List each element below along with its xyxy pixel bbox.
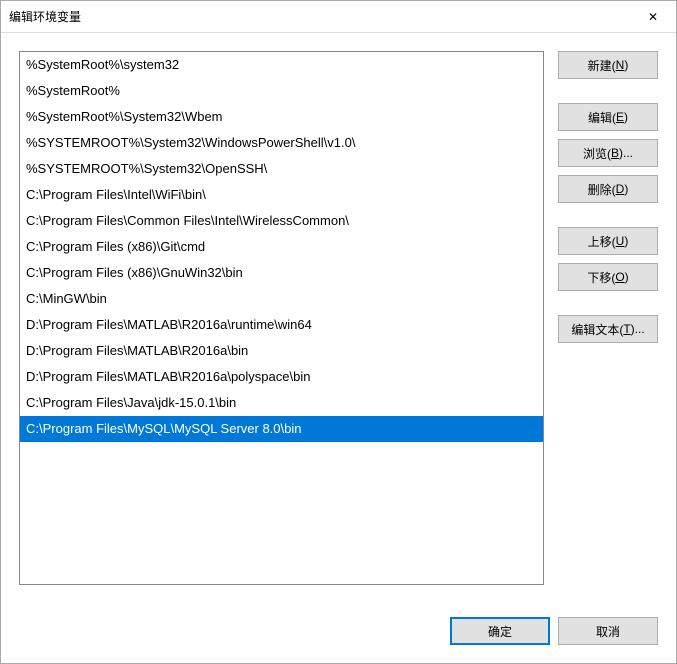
browse-button[interactable]: 浏览(B)... bbox=[558, 139, 658, 167]
list-item[interactable]: %SYSTEMROOT%\System32\WindowsPowerShell\… bbox=[20, 130, 543, 156]
edit-text-button[interactable]: 编辑文本(T)... bbox=[558, 315, 658, 343]
list-item[interactable]: C:\Program Files\Common Files\Intel\Wire… bbox=[20, 208, 543, 234]
cancel-button[interactable]: 取消 bbox=[558, 617, 658, 645]
list-item[interactable]: C:\Program Files (x86)\GnuWin32\bin bbox=[20, 260, 543, 286]
list-item[interactable]: D:\Program Files\MATLAB\R2016a\runtime\w… bbox=[20, 312, 543, 338]
list-item[interactable]: %SystemRoot% bbox=[20, 78, 543, 104]
delete-button[interactable]: 删除(D) bbox=[558, 175, 658, 203]
window-title: 编辑环境变量 bbox=[9, 8, 81, 25]
edit-button[interactable]: 编辑(E) bbox=[558, 103, 658, 131]
ok-button[interactable]: 确定 bbox=[450, 617, 550, 645]
list-item[interactable]: D:\Program Files\MATLAB\R2016a\bin bbox=[20, 338, 543, 364]
dialog-footer: 确定 取消 bbox=[1, 617, 676, 663]
path-list[interactable]: %SystemRoot%\system32%SystemRoot%%System… bbox=[19, 51, 544, 585]
list-item[interactable]: C:\Program Files (x86)\Git\cmd bbox=[20, 234, 543, 260]
list-item[interactable]: C:\Program Files\MySQL\MySQL Server 8.0\… bbox=[20, 416, 543, 442]
list-item[interactable]: %SYSTEMROOT%\System32\OpenSSH\ bbox=[20, 156, 543, 182]
close-icon: ✕ bbox=[648, 10, 658, 24]
list-item[interactable]: D:\Program Files\MATLAB\R2016a\polyspace… bbox=[20, 364, 543, 390]
dialog-body: %SystemRoot%\system32%SystemRoot%%System… bbox=[1, 33, 676, 617]
list-item[interactable]: %SystemRoot%\System32\Wbem bbox=[20, 104, 543, 130]
list-item[interactable]: C:\Program Files\Intel\WiFi\bin\ bbox=[20, 182, 543, 208]
list-item[interactable]: %SystemRoot%\system32 bbox=[20, 52, 543, 78]
close-button[interactable]: ✕ bbox=[630, 1, 676, 33]
new-button[interactable]: 新建(N) bbox=[558, 51, 658, 79]
list-item[interactable]: C:\MinGW\bin bbox=[20, 286, 543, 312]
list-item[interactable]: C:\Program Files\Java\jdk-15.0.1\bin bbox=[20, 390, 543, 416]
move-up-button[interactable]: 上移(U) bbox=[558, 227, 658, 255]
move-down-button[interactable]: 下移(O) bbox=[558, 263, 658, 291]
titlebar: 编辑环境变量 ✕ bbox=[1, 1, 676, 33]
button-column: 新建(N) 编辑(E) 浏览(B)... 删除(D) 上移(U) 下移(O) 编… bbox=[558, 51, 658, 599]
